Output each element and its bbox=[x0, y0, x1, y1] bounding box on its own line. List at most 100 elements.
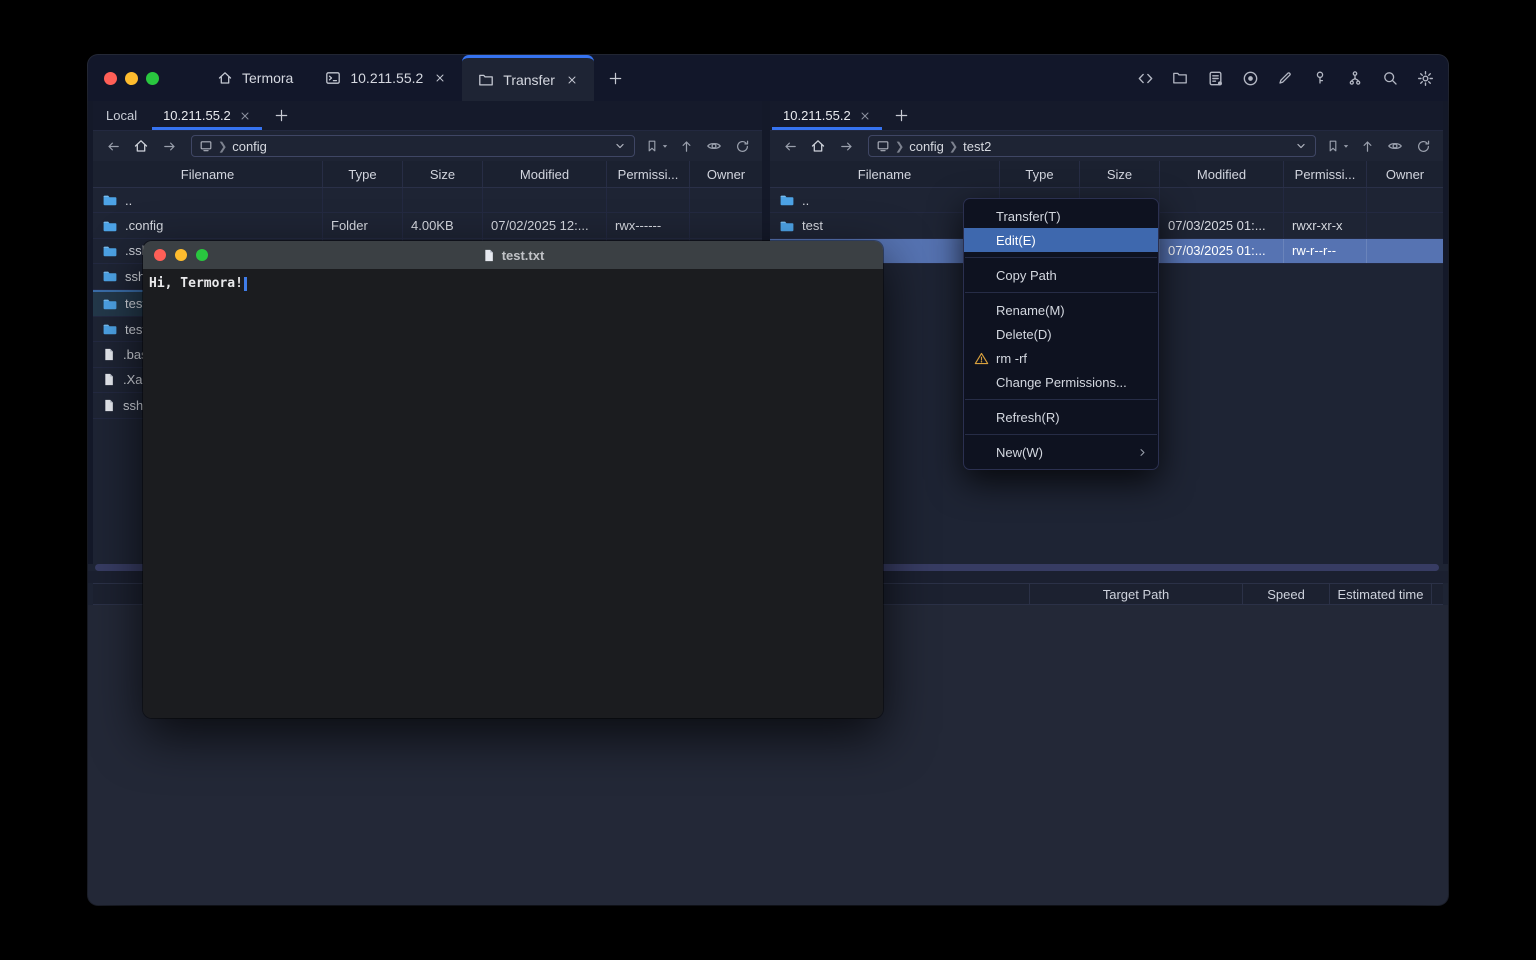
code-icon[interactable] bbox=[1136, 69, 1154, 87]
zoom-window-button[interactable] bbox=[146, 72, 159, 85]
editor-minimize-button[interactable] bbox=[175, 249, 187, 261]
back-button[interactable] bbox=[778, 135, 802, 157]
menu-item-refresh-r[interactable]: Refresh(R) bbox=[964, 405, 1158, 429]
refresh-button[interactable] bbox=[1411, 135, 1435, 157]
editor-zoom-button[interactable] bbox=[196, 249, 208, 261]
transfer-column-speed[interactable]: Speed bbox=[1243, 584, 1330, 604]
folder-icon bbox=[779, 218, 795, 234]
minimize-window-button[interactable] bbox=[125, 72, 138, 85]
owner-cell bbox=[690, 188, 762, 212]
folder-icon bbox=[102, 268, 118, 284]
column-header-size[interactable]: Size bbox=[403, 161, 483, 187]
column-header-filename[interactable]: Filename bbox=[93, 161, 323, 187]
table-row[interactable]: .. bbox=[93, 188, 762, 213]
menu-item-copy-path[interactable]: Copy Path bbox=[964, 263, 1158, 287]
search-icon[interactable] bbox=[1381, 69, 1399, 87]
path-segment-config[interactable]: config bbox=[232, 139, 267, 154]
type-cell: Folder bbox=[323, 213, 403, 237]
path-segment-test2[interactable]: test2 bbox=[963, 139, 991, 154]
editor-close-button[interactable] bbox=[154, 249, 166, 261]
window-tab-label: Termora bbox=[242, 70, 293, 86]
up-directory-button[interactable] bbox=[674, 135, 698, 157]
home-button[interactable] bbox=[129, 135, 153, 157]
new-panel-tab-button[interactable] bbox=[264, 101, 299, 130]
path-separator: ❯ bbox=[218, 140, 227, 153]
column-header-filename[interactable]: Filename bbox=[770, 161, 1000, 187]
plus-icon bbox=[274, 108, 289, 123]
menu-item-rm-rf[interactable]: rm -rf bbox=[964, 346, 1158, 370]
gear-icon[interactable] bbox=[1416, 69, 1434, 87]
column-header-modified[interactable]: Modified bbox=[1160, 161, 1284, 187]
branch-icon[interactable] bbox=[1346, 69, 1364, 87]
table-row[interactable]: .configFolder4.00KB07/02/2025 12:...rwx-… bbox=[93, 213, 762, 238]
column-header-modified[interactable]: Modified bbox=[483, 161, 607, 187]
forward-button[interactable] bbox=[157, 135, 181, 157]
path-bar[interactable]: ❯ config bbox=[191, 135, 635, 157]
modified-cell: 07/03/2025 01:... bbox=[1160, 213, 1284, 237]
close-window-button[interactable] bbox=[104, 72, 117, 85]
transfer-column-target-path[interactable]: Target Path bbox=[1030, 584, 1243, 604]
menu-item-change-permissions[interactable]: Change Permissions... bbox=[964, 370, 1158, 394]
column-header-type[interactable]: Type bbox=[1000, 161, 1080, 187]
new-tab-button[interactable] bbox=[594, 55, 637, 101]
close-icon[interactable] bbox=[566, 74, 578, 86]
panel-tab-label: 10.211.55.2 bbox=[163, 108, 231, 123]
back-button[interactable] bbox=[101, 135, 125, 157]
menu-item-edit-e[interactable]: Edit(E) bbox=[964, 228, 1158, 252]
doc-list-icon[interactable] bbox=[1206, 69, 1224, 87]
panel-tab-local[interactable]: Local bbox=[93, 101, 150, 130]
menu-separator bbox=[965, 399, 1157, 400]
bookmark-icon[interactable] bbox=[1326, 139, 1340, 153]
modified-cell: 07/02/2025 12:... bbox=[483, 213, 607, 237]
editor-titlebar[interactable]: test.txt bbox=[143, 241, 883, 269]
window-tab-transfer[interactable]: Transfer bbox=[462, 55, 594, 101]
text-caret bbox=[244, 277, 247, 291]
record-icon[interactable] bbox=[1241, 69, 1259, 87]
new-panel-tab-button[interactable] bbox=[884, 101, 919, 130]
column-header-owner[interactable]: Owner bbox=[1367, 161, 1443, 187]
close-icon[interactable] bbox=[859, 110, 871, 122]
menu-separator bbox=[965, 257, 1157, 258]
home-button[interactable] bbox=[806, 135, 830, 157]
folder-icon[interactable] bbox=[1171, 69, 1189, 87]
file-icon bbox=[102, 372, 116, 387]
bookmark-icon[interactable] bbox=[645, 139, 659, 153]
window-tab-termora[interactable]: Termora bbox=[201, 55, 309, 101]
close-icon[interactable] bbox=[434, 72, 446, 84]
menu-item-transfer-t[interactable]: Transfer(T) bbox=[964, 204, 1158, 228]
file-icon bbox=[102, 398, 116, 413]
caret-down-icon[interactable] bbox=[660, 141, 670, 151]
menu-item-new-w[interactable]: New(W) bbox=[964, 440, 1158, 464]
transfer-column-trailing bbox=[1432, 584, 1443, 604]
editor-content[interactable]: Hi, Termora! bbox=[143, 269, 883, 718]
up-directory-button[interactable] bbox=[1355, 135, 1379, 157]
column-header-permissi[interactable]: Permissi... bbox=[607, 161, 690, 187]
folder-icon bbox=[102, 192, 118, 208]
column-header-owner[interactable]: Owner bbox=[690, 161, 762, 187]
path-segment-config[interactable]: config bbox=[909, 139, 944, 154]
panel-tab-10-211-55-2[interactable]: 10.211.55.2 bbox=[770, 101, 884, 130]
bookmark-control[interactable] bbox=[645, 139, 670, 153]
refresh-button[interactable] bbox=[730, 135, 754, 157]
owner-cell bbox=[1367, 213, 1443, 237]
path-bar[interactable]: ❯config❯test2 bbox=[868, 135, 1316, 157]
toggle-hidden-files-button[interactable] bbox=[1383, 135, 1407, 157]
chevron-down-icon[interactable] bbox=[1294, 139, 1308, 153]
menu-item-delete-d[interactable]: Delete(D) bbox=[964, 322, 1158, 346]
column-header-permissi[interactable]: Permissi... bbox=[1284, 161, 1367, 187]
key-icon[interactable] bbox=[1311, 69, 1329, 87]
transfer-column-estimated-time[interactable]: Estimated time bbox=[1330, 584, 1432, 604]
column-header-size[interactable]: Size bbox=[1080, 161, 1160, 187]
chevron-down-icon[interactable] bbox=[613, 139, 627, 153]
panel-tab-10-211-55-2[interactable]: 10.211.55.2 bbox=[150, 101, 264, 130]
toggle-hidden-files-button[interactable] bbox=[702, 135, 726, 157]
pencil-icon[interactable] bbox=[1276, 69, 1294, 87]
window-tab-10-211-55-2[interactable]: 10.211.55.2 bbox=[309, 55, 462, 101]
column-header-type[interactable]: Type bbox=[323, 161, 403, 187]
forward-button[interactable] bbox=[834, 135, 858, 157]
size-cell: 4.00KB bbox=[403, 213, 483, 237]
caret-down-icon[interactable] bbox=[1341, 141, 1351, 151]
close-icon[interactable] bbox=[239, 110, 251, 122]
bookmark-control[interactable] bbox=[1326, 139, 1351, 153]
menu-item-rename-m[interactable]: Rename(M) bbox=[964, 298, 1158, 322]
